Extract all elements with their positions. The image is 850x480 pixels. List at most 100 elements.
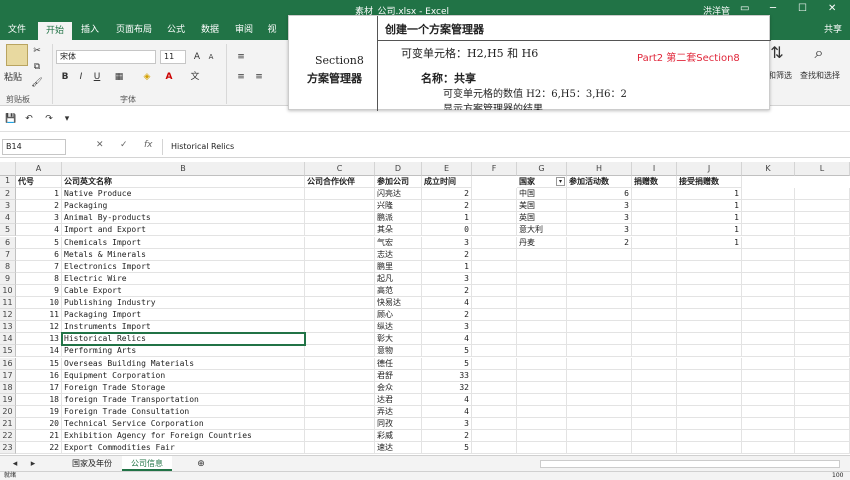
table-cell[interactable] bbox=[517, 369, 567, 382]
table-cell[interactable] bbox=[517, 430, 567, 443]
table-cell[interactable] bbox=[677, 309, 742, 322]
table-cell[interactable] bbox=[795, 369, 850, 382]
table-cell[interactable] bbox=[795, 224, 850, 237]
table-cell[interactable]: foreign Trade Transportation bbox=[62, 393, 305, 406]
table-cell[interactable]: 1 bbox=[422, 212, 472, 225]
table-cell[interactable] bbox=[472, 333, 517, 346]
table-cell[interactable] bbox=[677, 272, 742, 285]
bold-icon[interactable]: B bbox=[58, 70, 72, 84]
table-cell[interactable] bbox=[632, 418, 677, 431]
cut-icon[interactable]: ✂ bbox=[30, 44, 44, 58]
table-cell[interactable] bbox=[305, 200, 375, 213]
table-cell[interactable] bbox=[795, 381, 850, 394]
table-cell[interactable] bbox=[305, 430, 375, 443]
table-cell[interactable] bbox=[305, 212, 375, 225]
font-name-combo[interactable]: 宋体 bbox=[56, 50, 156, 64]
row-header[interactable]: 7 bbox=[0, 248, 16, 261]
column-header[interactable]: I bbox=[632, 162, 677, 176]
table-cell[interactable]: 顾心 bbox=[375, 309, 422, 322]
table-cell[interactable] bbox=[472, 272, 517, 285]
table-cell[interactable] bbox=[677, 405, 742, 418]
table-cell[interactable] bbox=[742, 212, 795, 225]
table-cell[interactable] bbox=[632, 430, 677, 443]
table-cell[interactable] bbox=[632, 272, 677, 285]
table-cell[interactable] bbox=[677, 369, 742, 382]
table-cell[interactable]: 气宏 bbox=[375, 236, 422, 249]
table-cell[interactable] bbox=[795, 357, 850, 370]
table-cell[interactable] bbox=[305, 297, 375, 310]
table-cell[interactable] bbox=[517, 442, 567, 455]
table-cell[interactable]: 速达 bbox=[375, 442, 422, 455]
cancel-icon[interactable]: ✕ bbox=[96, 140, 104, 150]
table-cell[interactable] bbox=[472, 405, 517, 418]
table-cell[interactable] bbox=[795, 284, 850, 297]
column-header[interactable]: D bbox=[375, 162, 422, 176]
table-cell[interactable] bbox=[472, 369, 517, 382]
table-cell[interactable] bbox=[567, 381, 632, 394]
table-cell[interactable] bbox=[305, 393, 375, 406]
table-cell[interactable] bbox=[567, 260, 632, 273]
table-cell[interactable]: 意大利 bbox=[517, 224, 567, 237]
table-cell[interactable] bbox=[517, 405, 567, 418]
table-cell[interactable] bbox=[472, 430, 517, 443]
table-cell[interactable] bbox=[517, 248, 567, 261]
table-cell[interactable] bbox=[677, 430, 742, 443]
table-cell[interactable] bbox=[472, 200, 517, 213]
table-cell[interactable]: 9 bbox=[16, 284, 62, 297]
table-cell[interactable]: 3 bbox=[422, 272, 472, 285]
table-cell[interactable] bbox=[742, 272, 795, 285]
table-cell[interactable] bbox=[567, 442, 632, 455]
select-all-corner[interactable] bbox=[0, 162, 16, 176]
tab-view[interactable]: 视 bbox=[262, 20, 282, 40]
table-cell[interactable]: 闪亮达 bbox=[375, 188, 422, 201]
save-icon[interactable]: 💾 bbox=[4, 112, 18, 126]
table-cell[interactable] bbox=[567, 393, 632, 406]
table-cell[interactable] bbox=[632, 333, 677, 346]
table-cell[interactable]: Import and Export bbox=[62, 224, 305, 237]
table-cell[interactable] bbox=[742, 200, 795, 213]
table-cell[interactable]: 5 bbox=[422, 442, 472, 455]
table-cell[interactable] bbox=[517, 297, 567, 310]
table-cell[interactable] bbox=[677, 393, 742, 406]
table-cell[interactable] bbox=[567, 272, 632, 285]
table-cell[interactable]: 6 bbox=[16, 248, 62, 261]
zoom-level[interactable]: 100 bbox=[832, 472, 843, 480]
table-cell[interactable] bbox=[742, 284, 795, 297]
table-cell[interactable]: 0 bbox=[422, 224, 472, 237]
tab-home[interactable]: 开始 bbox=[38, 22, 72, 40]
table-cell[interactable]: 3 bbox=[16, 212, 62, 225]
table-cell[interactable] bbox=[472, 321, 517, 334]
table-cell[interactable] bbox=[305, 188, 375, 201]
table-cell[interactable] bbox=[517, 284, 567, 297]
filter-dropdown-icon[interactable]: ▾ bbox=[556, 177, 565, 186]
table-cell[interactable] bbox=[632, 381, 677, 394]
row-header[interactable]: 1 bbox=[0, 176, 16, 189]
table-cell[interactable]: 1 bbox=[677, 224, 742, 237]
table-cell[interactable]: 1 bbox=[677, 236, 742, 249]
table-cell[interactable] bbox=[472, 224, 517, 237]
sheet-next-icon[interactable]: ▸ bbox=[26, 457, 40, 471]
copy-icon[interactable]: ⧉ bbox=[30, 60, 44, 74]
table-cell[interactable] bbox=[305, 248, 375, 261]
header-cell[interactable]: 公司合作伙伴 bbox=[305, 176, 375, 189]
table-cell[interactable] bbox=[677, 321, 742, 334]
table-cell[interactable]: 1 bbox=[677, 200, 742, 213]
table-cell[interactable]: 兴隆 bbox=[375, 200, 422, 213]
table-cell[interactable] bbox=[305, 224, 375, 237]
table-cell[interactable] bbox=[472, 442, 517, 455]
table-cell[interactable] bbox=[305, 405, 375, 418]
row-header[interactable]: 21 bbox=[0, 418, 16, 431]
name-box[interactable]: B14 bbox=[2, 139, 66, 155]
table-cell[interactable] bbox=[742, 333, 795, 346]
table-cell[interactable]: 4 bbox=[422, 297, 472, 310]
format-painter-icon[interactable]: 🖌 bbox=[30, 76, 44, 90]
table-cell[interactable]: 7 bbox=[16, 260, 62, 273]
insert-function-icon[interactable]: fx bbox=[144, 140, 153, 150]
table-cell[interactable] bbox=[517, 418, 567, 431]
table-cell[interactable]: 3 bbox=[567, 200, 632, 213]
customize-qat-icon[interactable]: ▾ bbox=[60, 112, 74, 126]
table-cell[interactable] bbox=[632, 236, 677, 249]
column-header[interactable]: F bbox=[472, 162, 517, 176]
row-header[interactable]: 16 bbox=[0, 357, 16, 370]
table-cell[interactable] bbox=[795, 260, 850, 273]
